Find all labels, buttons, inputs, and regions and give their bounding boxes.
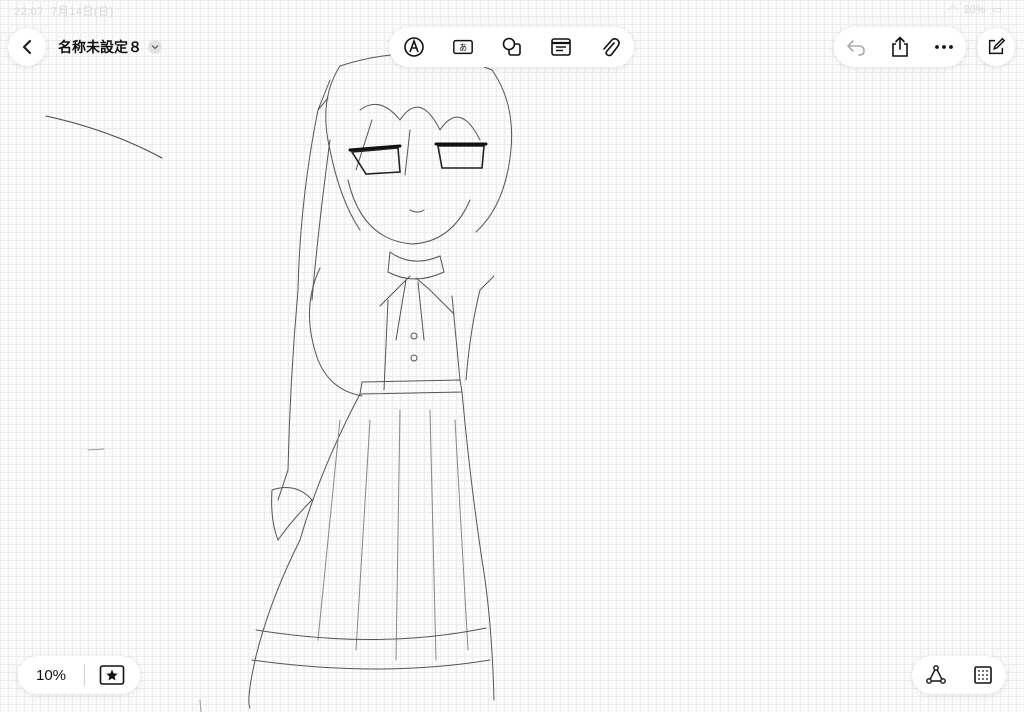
drawing-canvas[interactable] xyxy=(0,0,1024,712)
zoom-control: 10% xyxy=(18,656,140,694)
more-icon xyxy=(935,45,953,49)
pen-tool-button[interactable] xyxy=(393,28,435,66)
text-tool-button[interactable]: あ xyxy=(442,28,484,66)
tools-toolbar: あ xyxy=(389,27,634,67)
paperclip-icon xyxy=(602,37,620,57)
star-box-icon xyxy=(99,665,125,685)
share-icon xyxy=(892,36,908,57)
svg-text:あ: あ xyxy=(458,43,466,53)
text-box-icon: あ xyxy=(452,39,473,55)
connector-button[interactable] xyxy=(915,656,957,694)
pen-tip-icon xyxy=(403,37,424,57)
undo-icon xyxy=(847,40,865,56)
back-button[interactable] xyxy=(8,28,46,66)
document-title: 名称未設定８ xyxy=(58,39,142,55)
compose-icon xyxy=(988,37,1006,55)
zoom-level[interactable]: 10% xyxy=(18,667,84,684)
new-note-button[interactable] xyxy=(977,28,1015,66)
sticky-note-button[interactable] xyxy=(540,28,582,66)
attach-button[interactable] xyxy=(589,28,631,66)
document-title-button[interactable]: 名称未設定８ xyxy=(58,37,162,57)
favorite-view-button[interactable] xyxy=(85,656,139,694)
chevron-left-icon xyxy=(22,39,32,55)
sticky-note-icon xyxy=(550,38,571,56)
share-button[interactable] xyxy=(879,28,921,66)
actions-toolbar xyxy=(834,27,966,67)
undo-button[interactable] xyxy=(835,28,877,66)
chevron-down-icon xyxy=(148,40,162,54)
connector-icon xyxy=(925,665,946,684)
more-button[interactable] xyxy=(923,28,965,66)
grid-button[interactable] xyxy=(962,656,1004,694)
shapes-icon xyxy=(502,37,521,56)
canvas-options xyxy=(912,656,1006,694)
shapes-tool-button[interactable] xyxy=(491,28,533,66)
grid-icon xyxy=(973,666,992,684)
